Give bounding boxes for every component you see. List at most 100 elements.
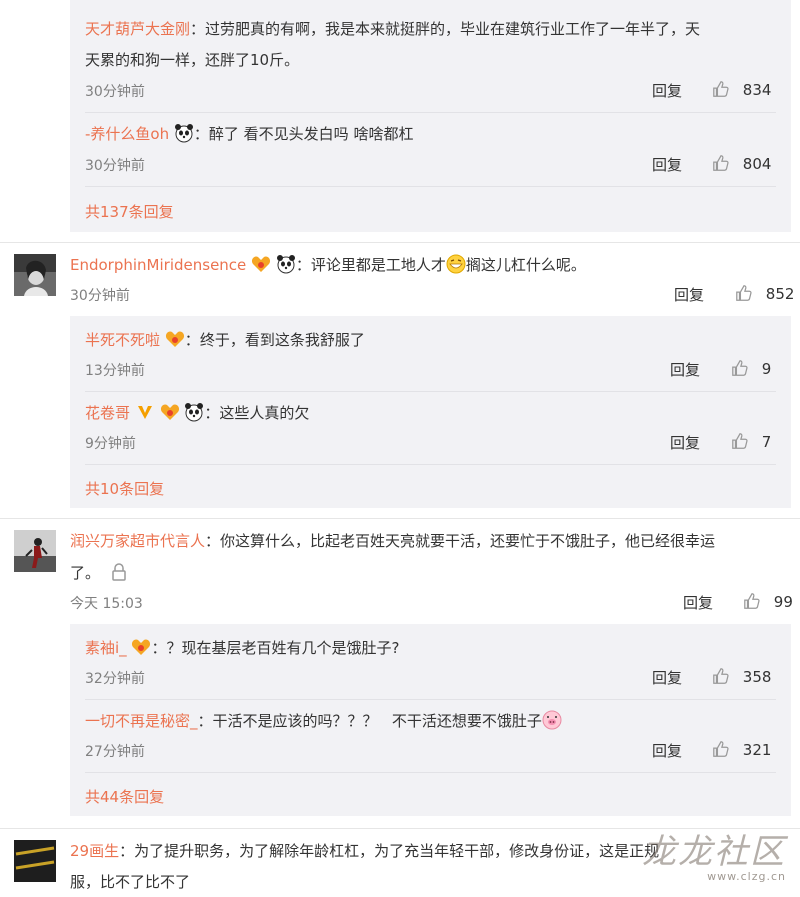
timestamp: 9分钟前 — [85, 436, 136, 452]
comment-row: 润兴万家超市代言人：你这算什么，比起老百姓天亮就要干活，还要忙于不饿肚子，他已经… — [70, 532, 716, 550]
like-count: 852 — [765, 285, 795, 303]
panda-icon — [276, 255, 295, 274]
thumbs-up-icon — [713, 741, 729, 757]
like-count: 321 — [742, 741, 772, 759]
reply-text: 过劳肥真的有啊，我是本来就挺胖的，毕业在建筑行业工作了一年半了，天 — [205, 20, 701, 38]
reply-text-cont: 天累的和狗一样，还胖了10斤。 — [85, 51, 300, 69]
username-link[interactable]: 一切不再是秘密_ — [85, 712, 198, 730]
reply-button[interactable]: 回复 — [652, 740, 682, 761]
comment-row: 29画生：为了提升职务，为了解除年龄杠杠，为了充当年轻干部，修改身份证，这是正规 — [70, 842, 660, 860]
divider — [85, 112, 776, 113]
timestamp: 30分钟前 — [85, 84, 145, 100]
like-count: 7 — [761, 433, 772, 451]
reply-box-1: 天才葫芦大金刚：过劳肥真的有啊，我是本来就挺胖的，毕业在建筑行业工作了一年半了，… — [70, 0, 791, 232]
username-link[interactable]: 花卷哥 — [85, 404, 130, 422]
panda-icon — [174, 124, 193, 143]
grin-emoji-icon — [446, 254, 466, 274]
like-count: 804 — [742, 155, 772, 173]
reply-button[interactable]: 回复 — [674, 284, 704, 305]
reply-text: ？现在基层老百姓有几个是饿肚子? — [166, 639, 400, 657]
reply-row: 一切不再是秘密_：干活不是应该的吗？？？ 不干活还想要不饿肚子 — [85, 710, 562, 731]
more-replies-link[interactable]: 共137条回复 — [85, 201, 174, 222]
like-button[interactable]: 99 — [743, 592, 793, 611]
reply-text: 醉了 看不见头发白吗 啥啥都杠 — [208, 125, 414, 143]
panda-icon — [185, 403, 204, 422]
reply-text: 这些人真的欠 — [219, 404, 310, 422]
fan-badge-icon — [160, 404, 179, 420]
thumbs-up-icon — [713, 668, 729, 684]
username-link[interactable]: 天才葫芦大金刚 — [85, 20, 190, 38]
reply-text: 终于，看到这条我舒服了 — [199, 331, 365, 349]
more-replies-link[interactable]: 共10条回复 — [85, 478, 164, 499]
divider — [85, 464, 776, 465]
avatar[interactable] — [14, 840, 56, 882]
username-link[interactable]: 润兴万家超市代言人 — [70, 532, 205, 550]
pig-emoji-icon — [542, 710, 562, 730]
like-count: 99 — [773, 593, 793, 611]
like-count: 358 — [742, 668, 772, 686]
thumbs-up-icon — [713, 81, 729, 97]
reply-row: -养什么鱼oh ：醉了 看不见头发白吗 啥啥都杠 — [85, 124, 414, 143]
reply-button[interactable]: 回复 — [652, 154, 682, 175]
thumbs-up-icon — [713, 155, 729, 171]
reply-button[interactable]: 回复 — [670, 432, 700, 453]
reply-button[interactable]: 回复 — [652, 667, 682, 688]
like-button[interactable]: 804 — [712, 154, 771, 173]
timestamp: 27分钟前 — [85, 744, 145, 760]
username-link[interactable]: -养什么鱼oh — [85, 125, 169, 143]
reply-text: 干活不是应该的吗？？？ 不干活还想要不饿肚子 — [212, 712, 542, 730]
username-link[interactable]: EndorphinMiridensence — [70, 256, 246, 274]
avatar[interactable] — [14, 254, 56, 296]
comment-text: 服，比不了比不了 — [70, 873, 191, 891]
divider — [0, 828, 800, 829]
divider — [85, 772, 776, 773]
timestamp: 13分钟前 — [85, 363, 145, 379]
reply-row: 花卷哥 ：这些人真的欠 — [85, 403, 310, 422]
fan-badge-icon — [252, 256, 271, 272]
divider — [85, 391, 776, 392]
divider — [85, 186, 776, 187]
reply-box-3: 素袖i_ ：？现在基层老百姓有几个是饿肚子? 32分钟前 回复 358 一切不再… — [70, 624, 791, 816]
more-replies-link[interactable]: 共44条回复 — [85, 786, 164, 807]
like-count: 834 — [742, 81, 772, 99]
thumbs-up-icon — [732, 360, 748, 376]
divider — [0, 242, 800, 243]
lock-icon — [112, 563, 126, 581]
reply-button[interactable]: 回复 — [670, 359, 700, 380]
verified-v-icon — [137, 406, 152, 419]
comment-row-cont: 了。 — [70, 562, 129, 583]
timestamp: 30分钟前 — [70, 288, 130, 304]
comment-text: 评论里都是工地人才 — [310, 256, 446, 274]
username-link[interactable]: 半死不死啦 — [85, 331, 160, 349]
comment-text: 了。 — [70, 564, 101, 582]
like-button[interactable]: 852 — [735, 284, 794, 303]
comment-row: EndorphinMiridensence ：评论里都是工地人才 搁这儿杠什么呢。 — [70, 254, 586, 274]
like-button[interactable]: 834 — [712, 80, 771, 99]
divider — [0, 518, 800, 519]
avatar[interactable] — [14, 530, 56, 572]
comment-text: 搁这儿杠什么呢。 — [465, 256, 586, 274]
reply-row: 素袖i_ ：？现在基层老百姓有几个是饿肚子? — [85, 639, 400, 657]
watermark-logo-text: 龙龙社区 — [642, 832, 786, 872]
reply-button[interactable]: 回复 — [652, 80, 682, 101]
fan-badge-icon — [132, 639, 151, 655]
divider — [85, 699, 776, 700]
reply-row: 天才葫芦大金刚：过劳肥真的有啊，我是本来就挺胖的，毕业在建筑行业工作了一年半了，… — [85, 20, 701, 38]
like-button[interactable]: 321 — [712, 740, 771, 759]
comment-text: 你这算什么，比起老百姓天亮就要干活，还要忙于不饿肚子，他已经很幸运 — [220, 532, 716, 550]
reply-row: 半死不死啦 ：终于，看到这条我舒服了 — [85, 331, 365, 349]
like-button[interactable]: 9 — [731, 359, 771, 378]
like-button[interactable]: 358 — [712, 667, 771, 686]
reply-box-2: 半死不死啦 ：终于，看到这条我舒服了 13分钟前 回复 9 花卷哥 ：这些人真的… — [70, 316, 791, 508]
timestamp: 30分钟前 — [85, 158, 145, 174]
thumbs-up-icon — [744, 593, 760, 609]
timestamp: 32分钟前 — [85, 671, 145, 687]
watermark: 龙龙社区 www.clzg.cn — [642, 834, 786, 883]
reply-button[interactable]: 回复 — [683, 592, 713, 613]
fan-badge-icon — [165, 331, 184, 347]
username-link[interactable]: 29画生 — [70, 842, 119, 860]
username-link[interactable]: 素袖i_ — [85, 639, 127, 657]
timestamp: 今天 15:03 — [70, 596, 143, 612]
like-button[interactable]: 7 — [731, 432, 771, 451]
thumbs-up-icon — [736, 285, 752, 301]
